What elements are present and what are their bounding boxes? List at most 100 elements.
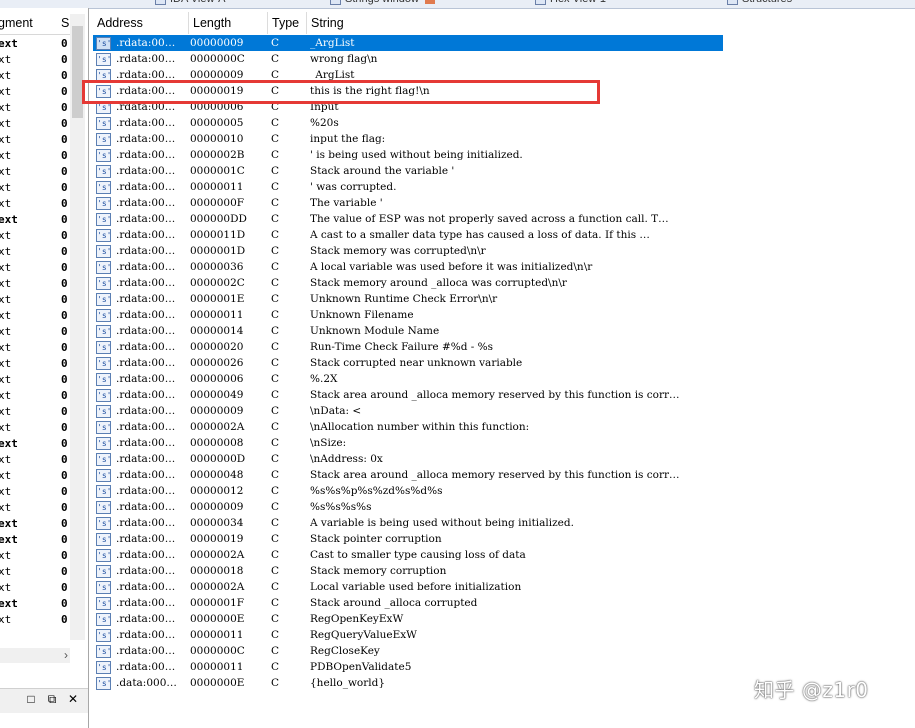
string-row[interactable]: 's' .rdata:00… 00000011 C RegQueryValueExW — [93, 627, 723, 643]
string-row[interactable]: 's' .rdata:00… 00000008 C \nSize: — [93, 435, 723, 451]
string-row[interactable]: 's' .rdata:00… 00000006 C %.2X — [93, 371, 723, 387]
segment-row[interactable]: xt 0 — [0, 100, 70, 116]
segment-row[interactable]: xt 0 — [0, 324, 70, 340]
string-row[interactable]: 's' .rdata:00… 00000048 C Stack area around … — [93, 467, 723, 483]
string-row[interactable]: 's' .rdata:00… 00000011 C PDBOpenValidate5 — [93, 659, 723, 675]
segment-row[interactable]: xt 0 — [0, 500, 70, 516]
string-row[interactable]: 's' .rdata:00… 00000005 C %20s — [93, 115, 723, 131]
segment-row[interactable]: xt 0 — [0, 148, 70, 164]
segment-column-header[interactable]: gment — [0, 16, 33, 30]
s-column-header[interactable]: S — [61, 16, 69, 30]
string-row[interactable]: 's' .rdata:00… 0000000F C The variable ' — [93, 195, 723, 211]
string-row[interactable]: 's' .rdata:00… 0000011D C A cast to a smalle… — [93, 227, 723, 243]
scroll-right-icon[interactable]: › — [64, 648, 68, 662]
string-type-icon: 's' — [96, 421, 112, 434]
string-row[interactable]: 's' .rdata:00… 0000000C Cwrong flag\n — [93, 51, 723, 67]
string-row[interactable]: 's' .rdata:00… 00000009 C _ArgList — [93, 35, 723, 51]
segment-row[interactable]: xt 0 — [0, 420, 70, 436]
string-length-cell: 0000002C — [190, 277, 245, 289]
tab-3[interactable]: Structures — [727, 0, 792, 7]
string-row[interactable]: 's' .rdata:00… 00000036 C A local variable w… — [93, 259, 723, 275]
type-column-header[interactable]: Type — [268, 12, 307, 34]
segment-row[interactable]: ext 0 — [0, 436, 70, 452]
segment-row[interactable]: ext 0 — [0, 596, 70, 612]
segment-row[interactable]: xt 0 — [0, 468, 70, 484]
string-column-header[interactable]: String — [307, 12, 915, 34]
string-length-cell: 0000000C — [190, 645, 245, 657]
segment-row[interactable]: xt 0 — [0, 580, 70, 596]
address-column-header[interactable]: Address — [93, 12, 189, 34]
string-string-cell: Unknown Filename — [310, 309, 414, 321]
segment-row[interactable]: xt 0 — [0, 564, 70, 580]
segment-row[interactable]: xt 0 — [0, 404, 70, 420]
string-row[interactable]: 's' .rdata:00… 00000020 C Run-Time Check Fai… — [93, 339, 723, 355]
string-row[interactable]: 's' .data:000… 0000000E C {hello_world} — [93, 675, 723, 691]
tab-2[interactable]: Hex View-1 — [535, 0, 606, 7]
segment-row[interactable]: xt 0 — [0, 164, 70, 180]
segment-row[interactable]: xt 0 — [0, 244, 70, 260]
segment-row[interactable]: xt 0 — [0, 612, 70, 628]
segment-row[interactable]: xt 0 — [0, 340, 70, 356]
segments-vertical-scrollbar[interactable] — [70, 14, 85, 640]
segment-row[interactable]: xt 0 — [0, 68, 70, 84]
string-row[interactable]: 's' .rdata:00… 0000001C C Stack around the v… — [93, 163, 723, 179]
segment-row[interactable]: xt 0 — [0, 276, 70, 292]
segment-row[interactable]: xt 0 — [0, 52, 70, 68]
scrollbar-thumb[interactable] — [72, 26, 83, 118]
tab-0[interactable]: IDA View-A — [155, 0, 225, 7]
segment-row[interactable]: xt 0 — [0, 388, 70, 404]
segment-row[interactable]: xt 0 — [0, 196, 70, 212]
string-row[interactable]: 's' .rdata:00… 0000000C C RegCloseKey — [93, 643, 723, 659]
segment-row[interactable]: xt 0 — [0, 228, 70, 244]
string-row[interactable]: 's' .rdata:00… 0000002A C \nAllocation numbe… — [93, 419, 723, 435]
string-row[interactable]: 's' .rdata:00… 00000014 C Unknown Module Nam… — [93, 323, 723, 339]
segment-row[interactable]: xt 0 — [0, 548, 70, 564]
string-row[interactable]: 's' .rdata:00… 00000026 C Stack corrupted ne… — [93, 355, 723, 371]
string-row[interactable]: 's' .rdata:00… 0000001F C Stack around _allo… — [93, 595, 723, 611]
float-icon[interactable]: ⧉ — [45, 692, 59, 706]
segment-row[interactable]: xt 0 — [0, 356, 70, 372]
string-row[interactable]: 's' .rdata:00… 00000018 C Stack memory corru… — [93, 563, 723, 579]
segments-horizontal-scrollbar[interactable]: › — [0, 648, 70, 663]
string-row[interactable]: 's' .rdata:00… 00000010 Cinput the flag: — [93, 131, 723, 147]
string-address-cell: .rdata:00… — [116, 117, 176, 129]
string-row[interactable]: 's' .rdata:00… 0000002B C ' is being used wi… — [93, 147, 723, 163]
segment-row[interactable]: xt 0 — [0, 116, 70, 132]
segment-row[interactable]: ext 0 — [0, 532, 70, 548]
segment-row[interactable]: ext 0 — [0, 212, 70, 228]
string-row[interactable]: 's' .rdata:00… 0000000D C \nAddress: 0x — [93, 451, 723, 467]
string-row[interactable]: 's' .rdata:00… 0000002A C Cast to smaller ty… — [93, 547, 723, 563]
segment-row[interactable]: xt 0 — [0, 180, 70, 196]
string-row[interactable]: 's' .rdata:00… 000000DD C The value of ESP w… — [93, 211, 723, 227]
string-row[interactable]: 's' .rdata:00… 0000002C C Stack memory aroun… — [93, 275, 723, 291]
close-icon[interactable]: ✕ — [66, 692, 80, 706]
string-row[interactable]: 's' .rdata:00… 00000049 C Stack area around … — [93, 387, 723, 403]
string-row[interactable]: 's' .rdata:00… 0000001E C Unknown Runtime Ch… — [93, 291, 723, 307]
segment-row[interactable]: ext 0 — [0, 516, 70, 532]
string-string-cell: Stack pointer corruption — [310, 533, 442, 545]
string-row[interactable]: 's' .rdata:00… 00000011 C ' was corrupted. — [93, 179, 723, 195]
segment-row[interactable]: xt 0 — [0, 132, 70, 148]
string-row[interactable]: 's' .rdata:00… 00000012 C %s%s%p%s%zd%s%d%s — [93, 483, 723, 499]
segment-row[interactable]: xt 0 — [0, 84, 70, 100]
segment-row[interactable]: ext 0 — [0, 36, 70, 52]
string-row[interactable]: 's' .rdata:00… 00000011 C Unknown Filename — [93, 307, 723, 323]
segment-row[interactable]: xt 0 — [0, 260, 70, 276]
string-row[interactable]: 's' .rdata:00… 00000019 C Stack pointer corr… — [93, 531, 723, 547]
string-row[interactable]: 's' .rdata:00… 0000000E C RegOpenKeyExW — [93, 611, 723, 627]
segment-row[interactable]: xt 0 — [0, 484, 70, 500]
string-row[interactable]: 's' .rdata:00… 00000009 C \nData: < — [93, 403, 723, 419]
string-row[interactable]: 's' .rdata:00… 00000009 C %s%s%s%s — [93, 499, 723, 515]
segment-row[interactable]: xt 0 — [0, 292, 70, 308]
string-length-cell: 00000014 — [190, 325, 244, 337]
string-row[interactable]: 's' .rdata:00… 00000034 C A variable is bein… — [93, 515, 723, 531]
length-column-header[interactable]: Length — [189, 12, 268, 34]
string-row[interactable]: 's' .rdata:00… 0000002A C Local variable use… — [93, 579, 723, 595]
segment-row[interactable]: xt 0 — [0, 452, 70, 468]
string-row[interactable]: 's' .rdata:00… 0000001D C Stack memory was c… — [93, 243, 723, 259]
tab-close-icon[interactable] — [424, 0, 435, 4]
restore-icon[interactable]: □ — [24, 692, 38, 706]
segment-row[interactable]: xt 0 — [0, 372, 70, 388]
tab-1[interactable]: Strings window — [330, 0, 435, 7]
segment-row[interactable]: xt 0 — [0, 308, 70, 324]
